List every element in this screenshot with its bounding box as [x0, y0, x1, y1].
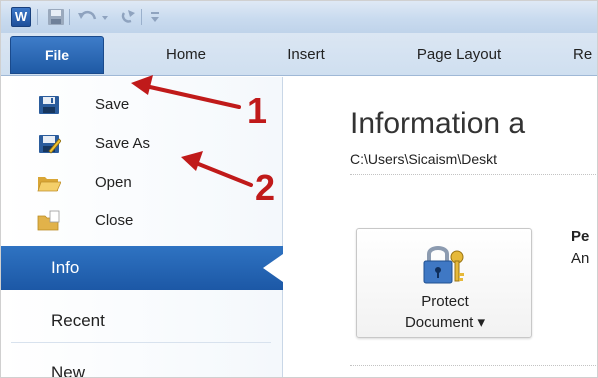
customize-toolbar-icon[interactable] [149, 7, 161, 27]
tab-references[interactable]: Re [573, 33, 597, 76]
nav-info[interactable]: Info [1, 246, 283, 290]
info-pane: Information a C:\Users\Sicaism\Deskt Pro… [284, 77, 597, 377]
close-command[interactable]: Close [37, 204, 267, 238]
page-title: Information a [350, 107, 526, 140]
toolbar-separator [37, 9, 38, 25]
nav-recent[interactable]: Recent [1, 299, 283, 343]
protect-document-button[interactable]: Protect Document ▾ [356, 228, 532, 338]
tab-insert[interactable]: Insert [271, 33, 341, 76]
backstage-nav: Save Save As Open Close Info Recent New [1, 77, 283, 378]
toolbar-separator [141, 9, 142, 25]
save-command[interactable]: Save [37, 88, 267, 122]
document-path: C:\Users\Sicaism\Deskt [350, 151, 498, 167]
toolbar-separator [69, 9, 70, 25]
undo-icon[interactable] [77, 7, 99, 27]
permissions-description: An [571, 250, 590, 267]
title-bar: W [1, 1, 597, 33]
ribbon-tab-bar: File Home Insert Page Layout Re [1, 33, 597, 76]
lock-key-icon [423, 246, 464, 284]
step-number-1: 1 [247, 90, 268, 131]
selection-pointer [263, 254, 283, 282]
open-label: Open [95, 174, 132, 191]
tab-file[interactable]: File [10, 36, 104, 74]
save-icon [39, 96, 59, 114]
protect-label: Protect [421, 293, 469, 310]
step-number-2: 2 [255, 167, 276, 208]
save-icon[interactable] [47, 7, 65, 27]
protect-dropdown-label: Document ▾ [404, 314, 486, 331]
save-as-command[interactable]: Save As [37, 127, 267, 161]
nav-new[interactable]: New [1, 351, 283, 378]
undo-dropdown-icon[interactable] [101, 7, 109, 27]
save-as-label: Save As [95, 135, 151, 152]
open-command[interactable]: Open [37, 166, 267, 200]
open-folder-icon [37, 177, 61, 192]
nav-divider [11, 342, 271, 343]
save-as-icon [39, 135, 61, 154]
redo-icon[interactable] [119, 7, 137, 27]
close-folder-icon [37, 210, 60, 231]
nav-info-label: Info [51, 258, 80, 277]
divider [350, 174, 597, 175]
permissions-title: Pe [571, 228, 590, 245]
word-backstage-window: W File Home Insert Page Layout Re Save S… [0, 0, 598, 378]
nav-new-label: New [51, 363, 86, 378]
divider [350, 365, 597, 366]
tab-home[interactable]: Home [153, 33, 219, 76]
close-label: Close [95, 212, 134, 229]
nav-recent-label: Recent [51, 311, 105, 330]
word-icon[interactable]: W [11, 7, 31, 27]
save-label: Save [95, 96, 130, 113]
tab-page-layout[interactable]: Page Layout [389, 33, 529, 76]
